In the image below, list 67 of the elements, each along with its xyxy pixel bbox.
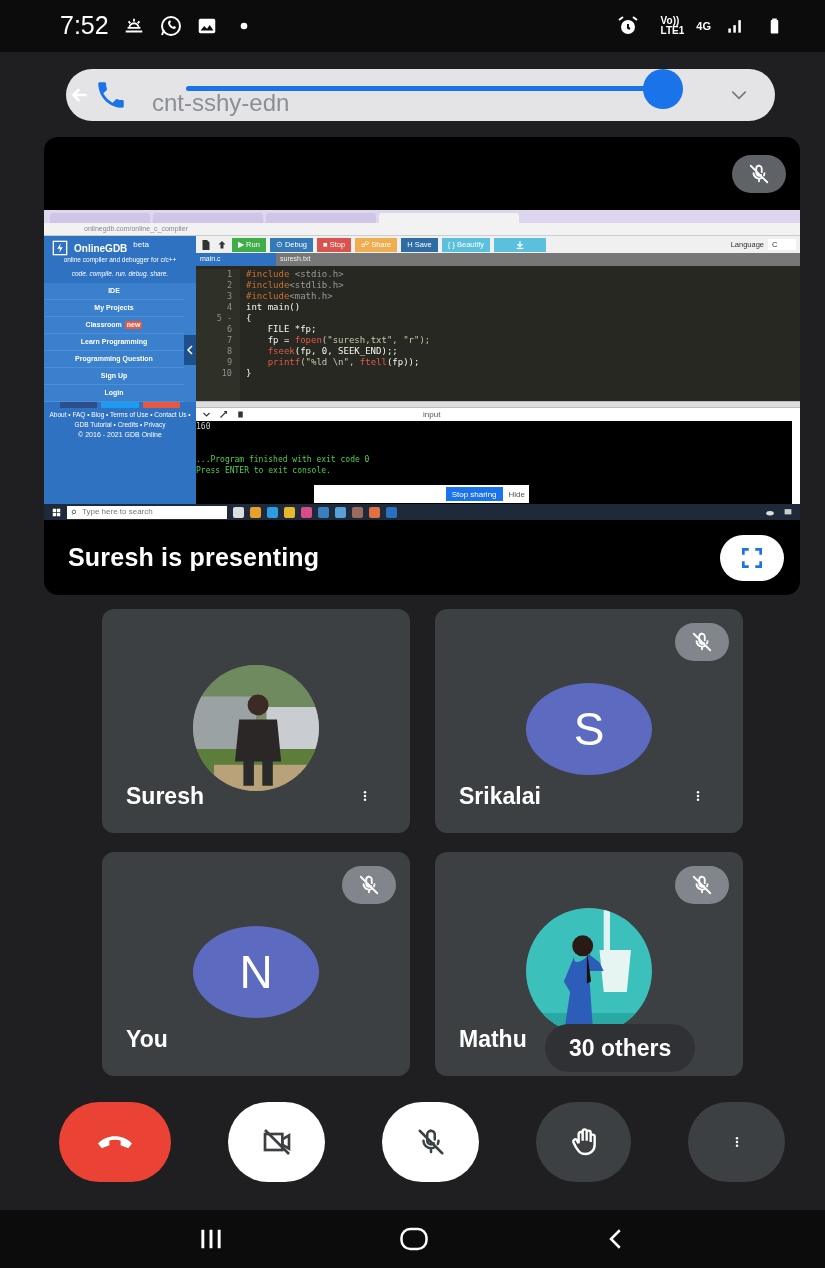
- line-number: 5 -: [216, 313, 232, 324]
- code-line: {: [246, 313, 253, 324]
- code-line: FILE *fp;: [266, 324, 318, 335]
- code-line: int main(): [246, 302, 302, 313]
- code-line: #include<math.h>: [246, 291, 334, 302]
- participant-name: Srikalai: [459, 781, 541, 811]
- code-line: fseek(fp, 0, SEEK_END);;: [266, 346, 399, 357]
- avatar: S: [526, 683, 652, 775]
- network-label: 4G: [696, 18, 711, 34]
- search-icon: [71, 508, 78, 516]
- code-line: fp = fopen("suresh,txt", "r");: [266, 335, 431, 346]
- fullscreen-button[interactable]: [720, 534, 784, 581]
- chat-icon: [158, 14, 183, 38]
- mic-off-icon: [691, 631, 713, 653]
- notification-dot-icon: [238, 21, 249, 31]
- status-time: 7:52: [60, 10, 109, 42]
- participant-name: Suresh: [126, 781, 204, 811]
- line-number: 3: [226, 291, 232, 302]
- mic-off-icon: [358, 874, 380, 896]
- input-tab[interactable]: input: [423, 408, 441, 421]
- line-number: 4: [226, 302, 232, 313]
- download-icon: [515, 239, 526, 250]
- code-line: #include <stdio.h>: [246, 269, 345, 280]
- line-number: 9: [226, 357, 232, 368]
- line-number: 8: [226, 346, 232, 357]
- collapse-sidebar-icon[interactable]: [184, 335, 196, 365]
- taskbar-app-icon[interactable]: [250, 506, 261, 518]
- line-number: 7: [226, 335, 232, 346]
- line-number: 6: [226, 324, 232, 335]
- avatar: N: [193, 926, 319, 1018]
- others-chip[interactable]: 30 others: [545, 1024, 696, 1072]
- console-line: Press ENTER to exit console.: [196, 465, 332, 476]
- code-line: printf("%ld \n", ftell(fp));: [266, 357, 421, 368]
- code-line: #include<stdlib.h>: [246, 280, 345, 291]
- mic-off-icon: [691, 874, 713, 896]
- start-icon[interactable]: [52, 507, 61, 517]
- volte-label: Vo)): [660, 16, 680, 26]
- taskbar-app-icon[interactable]: [369, 506, 380, 518]
- lte-label: LTE1: [660, 26, 685, 36]
- line-number: 1: [226, 269, 232, 280]
- upload-icon[interactable]: [216, 238, 228, 251]
- code-line: }: [246, 368, 253, 379]
- meeting-code: cnt-sshy-edn: [152, 89, 290, 116]
- line-number: 10: [221, 368, 232, 379]
- notifications-icon[interactable]: [782, 507, 794, 517]
- lightning-logo-icon: [52, 240, 68, 256]
- expand-icon[interactable]: [219, 410, 228, 419]
- participant-name: Mathu: [459, 1024, 527, 1054]
- mic-off-icon: [748, 162, 770, 185]
- call-notification-bar[interactable]: cnt-sshy-edn: [66, 68, 775, 121]
- taskbar-app-icon[interactable]: [233, 506, 244, 518]
- line-number: 2: [226, 280, 232, 291]
- copy-icon[interactable]: [236, 410, 245, 419]
- console-line: 160: [196, 421, 212, 432]
- taskbar-app-icon[interactable]: [335, 506, 346, 518]
- console-line: ...Program finished with exit code 0: [196, 454, 371, 465]
- taskbar-app-icon[interactable]: [267, 506, 278, 518]
- collapse-icon[interactable]: [202, 410, 211, 419]
- taskbar-search-field[interactable]: Type here to search: [67, 505, 227, 519]
- hide-button[interactable]: Hide: [508, 488, 525, 500]
- brand-name: OnlineGDB: [74, 241, 128, 256]
- beta-label: beta: [133, 240, 149, 249]
- new-file-icon[interactable]: [200, 238, 212, 251]
- taskbar-app-icon[interactable]: [284, 506, 295, 518]
- stop-sharing-button[interactable]: Stop sharing: [445, 487, 503, 501]
- participant-name: You: [126, 1024, 168, 1054]
- presenter-caption: Suresh is presenting: [68, 541, 320, 573]
